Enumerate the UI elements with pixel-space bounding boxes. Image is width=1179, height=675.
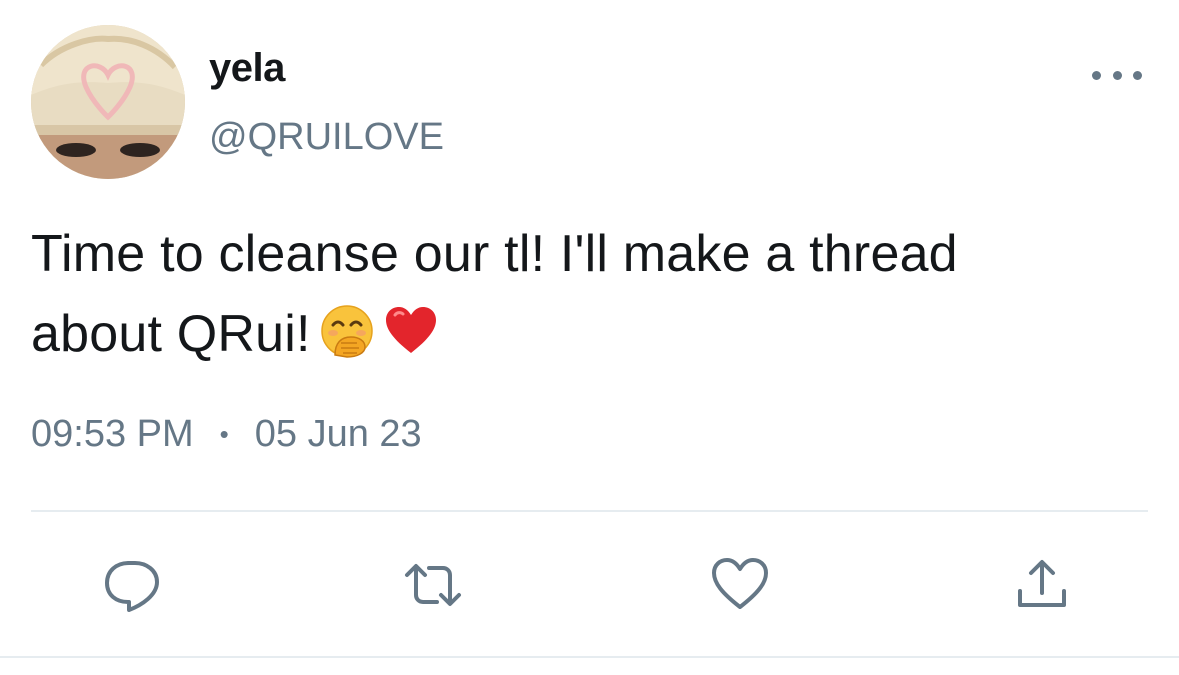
tweet-meta: 09:53 PM • 05 Jun 23 [31,413,422,456]
more-dot [1133,70,1142,80]
meta-separator: • [219,419,229,449]
share-button[interactable] [1012,555,1072,615]
user-handle[interactable]: @QRUILOVE [209,116,444,159]
tweet-card: yela @QRUILOVE Time to cleanse our tl! I… [0,0,1179,675]
display-name[interactable]: yela [209,46,285,91]
red-heart-emoji [383,303,439,359]
face-with-hand-over-mouth-emoji [319,303,375,359]
avatar[interactable] [31,25,185,179]
reply-button[interactable] [102,555,162,615]
share-icon [1018,560,1066,607]
reply-icon [105,561,159,612]
more-options-icon[interactable] [1092,60,1142,90]
tweet-text-line: Time to cleanse our tl! I'll make a thre… [31,225,958,283]
tweet-date[interactable]: 05 Jun 23 [255,413,422,456]
tweet-text-line: about QRui! [31,305,311,363]
heart-icon [712,558,768,609]
avatar-image [31,25,185,179]
tweet-text: Time to cleanse our tl! I'll make a thre… [31,214,1131,374]
bottom-divider [0,656,1179,658]
retweet-button[interactable] [403,555,463,615]
tweet-time[interactable]: 09:53 PM [31,413,194,456]
divider [31,510,1148,512]
like-button[interactable] [710,555,770,615]
retweet-icon [405,564,461,606]
more-dot [1112,70,1122,80]
tweet-text-line-with-emoji: about QRui! [31,294,1131,374]
more-dot [1092,70,1101,80]
